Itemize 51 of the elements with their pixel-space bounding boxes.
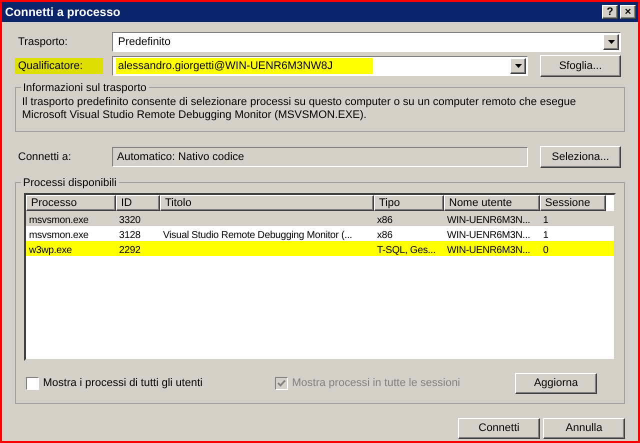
field-value: Predefinito [117, 34, 172, 50]
field-label: Connetti a: [17, 150, 72, 165]
caret-icon [608, 40, 614, 44]
group-title: Informazioni sul trasporto [21, 80, 148, 96]
table-cell: 3128 [119, 230, 140, 240]
column-header[interactable]: Sessione [540, 195, 606, 211]
checkbox[interactable] [26, 377, 39, 390]
checkbox-label: Mostra i processi di tutti gli utenti [43, 376, 203, 392]
field-label: Qualificatore: [15, 58, 103, 74]
checkbox-label: Mostra processi in tutte le sessioni [292, 376, 460, 392]
close-button[interactable]: × [620, 5, 636, 19]
table-row[interactable]: w3wp.exe 2292 T-SQL, Ges... WIN-UENR6M3N... 0 [26, 241, 614, 256]
column-header[interactable]: Tipo [374, 195, 444, 211]
dropdown-field[interactable]: alessandro.giorgetti@WIN-UENR6M3NW8J [112, 56, 528, 76]
table-cell: x86 [377, 230, 393, 240]
checkmark-icon [277, 379, 286, 388]
column-header[interactable]: Nome utente [444, 195, 540, 211]
select-button[interactable]: Seleziona... [540, 146, 621, 168]
table-cell: Visual Studio Remote Debugging Monitor (... [163, 230, 352, 240]
table-cell: 1 [543, 230, 548, 240]
column-header[interactable]: ID [116, 195, 160, 211]
caret-icon [514, 64, 522, 68]
column-header[interactable]: Processo [26, 195, 116, 211]
dropdown-button[interactable] [510, 58, 526, 74]
table-cell: x86 [377, 214, 393, 226]
table-cell: WIN-UENR6M3N... [447, 244, 530, 256]
window-title: Connetti a processo [5, 4, 122, 21]
column-header[interactable]: Titolo [160, 195, 374, 211]
help-button[interactable]: ? [602, 5, 618, 19]
field-value: Automatico: Nativo codice [117, 150, 244, 165]
dropdown-field[interactable]: Predefinito [112, 32, 621, 52]
table-cell: 0 [543, 244, 548, 256]
info-text: Il trasporto predefinito consente di selezionare processi su questo computer o su un computer remoto che esegue Microsoft Visual Studio Remote Debugging Monitor (MSVSMON.EXE). [22, 96, 577, 122]
field-value: alessandro.giorgetti@WIN-UENR6M3NW8J [116, 58, 373, 74]
table-cell: msvsmon.exe [29, 230, 88, 240]
dropdown-button[interactable] [603, 34, 619, 50]
field-label: Trasporto: [17, 34, 69, 50]
table-cell: 3320 [119, 214, 140, 226]
cancel-button[interactable]: Annulla [543, 418, 625, 439]
group-title: Processi disponibili [21, 175, 119, 192]
browse-button[interactable]: Sfoglia... [540, 55, 621, 77]
table-row[interactable]: msvsmon.exe 3320 x86 WIN-UENR6M3N... 1 [26, 211, 614, 226]
table-cell: w3wp.exe [29, 244, 72, 256]
table-cell: 1 [543, 214, 548, 226]
table-cell: WIN-UENR6M3N... [447, 214, 530, 226]
table-cell: WIN-UENR6M3N... [447, 230, 530, 240]
table-cell: msvsmon.exe [29, 214, 88, 226]
refresh-button[interactable]: Aggiorna [515, 373, 597, 394]
table-cell: T-SQL, Ges... [377, 244, 436, 256]
table-cell: 2292 [119, 244, 140, 256]
connect-button[interactable]: Connetti [458, 418, 540, 439]
